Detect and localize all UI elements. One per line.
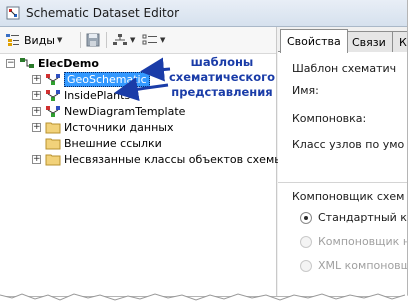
radio-standard[interactable] bbox=[300, 212, 312, 224]
torn-edge bbox=[0, 286, 413, 306]
radio-xml[interactable] bbox=[300, 260, 312, 272]
tab-label: К bbox=[399, 35, 407, 49]
template-label: Шаблон схематич bbox=[292, 62, 397, 75]
name-label: Имя: bbox=[292, 84, 319, 97]
tab-strip: Свойства Связи К bbox=[278, 29, 407, 53]
radio-xml-label: XML компоновщ bbox=[318, 259, 408, 272]
tab-label: Связи bbox=[352, 35, 386, 49]
node-class-label: Класс узлов по умо bbox=[292, 138, 405, 151]
tab-properties[interactable]: Свойства bbox=[280, 29, 348, 53]
section-divider bbox=[278, 182, 407, 183]
arrow-to-geoschematic bbox=[140, 57, 171, 82]
radio-engine[interactable] bbox=[300, 236, 312, 248]
tab-links[interactable]: Связи bbox=[345, 31, 393, 52]
arrow-to-insideplants bbox=[114, 77, 169, 102]
editor-window: Schematic Dataset Editor Виды ▼ ▼ ▼ − El… bbox=[0, 0, 408, 297]
radio-engine-label: Компоновщик на bbox=[318, 235, 408, 248]
radio-standard-label: Стандартный к bbox=[318, 211, 407, 224]
tab-third[interactable]: К bbox=[392, 31, 407, 52]
properties-panel: Шаблон схематич Имя: Компоновка: Класс у… bbox=[278, 52, 408, 296]
layout-label: Компоновка: bbox=[292, 112, 367, 125]
tab-label: Свойства bbox=[287, 35, 341, 48]
right-pane: Свойства Связи К Шаблон схематич Имя: Ко… bbox=[278, 27, 408, 296]
layout-engine-label: Компоновщик схем bbox=[292, 190, 405, 203]
